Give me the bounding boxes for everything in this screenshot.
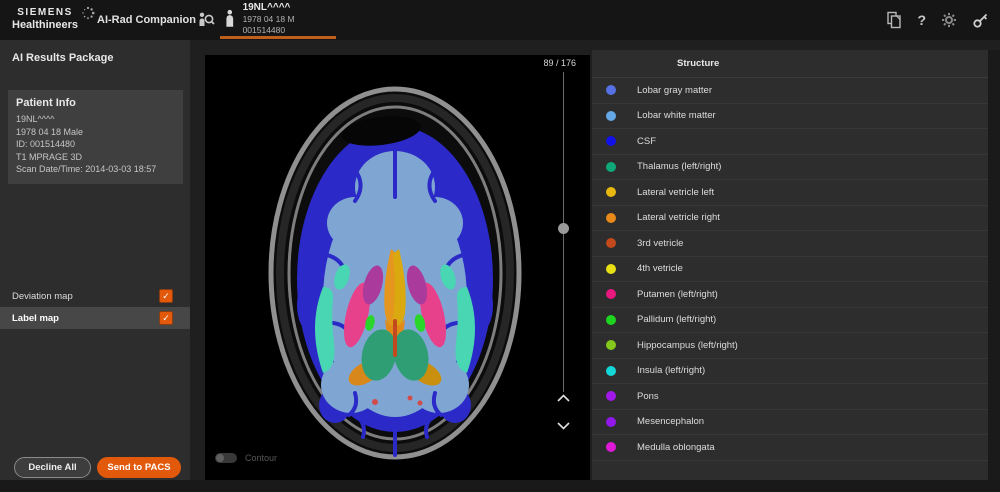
structure-panel-header: Structure [592, 50, 988, 78]
ai-results-sidebar: AI Results Package Patient Info 19NL^^^^… [0, 40, 190, 480]
patient-info-line: Scan Date/Time: 2014-03-03 18:57 [16, 163, 176, 176]
deviation-map-checkbox[interactable]: ✓ [159, 289, 173, 303]
structure-row[interactable]: Mesencephalon [592, 410, 988, 436]
slice-down-arrow[interactable] [557, 422, 570, 430]
structure-color-dot [606, 315, 616, 325]
label-map-label: Label map [12, 313, 59, 324]
patient-info-line: 19NL^^^^ [16, 113, 176, 126]
settings-gear-icon[interactable] [941, 12, 957, 28]
active-tab-underline [220, 36, 336, 39]
bottom-strip [0, 480, 1000, 492]
mri-viewer[interactable]: 89 / 176 Contour [205, 55, 590, 480]
contour-control: Contour [215, 453, 277, 463]
document-icon[interactable] [886, 11, 902, 29]
structure-color-dot [606, 264, 616, 274]
slice-up-arrow[interactable] [557, 394, 570, 402]
structure-color-dot [606, 136, 616, 146]
patient-info-line: ID: 001514480 [16, 138, 176, 151]
structure-row[interactable]: 3rd vetricle [592, 231, 988, 257]
structure-color-dot [606, 289, 616, 299]
structure-color-dot [606, 442, 616, 452]
structure-row[interactable]: CSF [592, 129, 988, 155]
structure-panel-gutter[interactable] [988, 50, 1000, 480]
structure-label: Lateral vetricle right [637, 212, 720, 223]
structure-label: Lobar white matter [637, 110, 716, 121]
patient-tab-details: 1978 04 18 M 001514480 [243, 14, 336, 36]
patient-info-line: T1 MPRAGE 3D [16, 151, 176, 164]
top-right-toolbar: ? [886, 0, 990, 40]
patient-info-line: 1978 04 18 Male [16, 126, 176, 139]
patient-tab-name: 19NL^^^^ [243, 1, 336, 14]
structure-label: 3rd vetricle [637, 238, 683, 249]
label-map-checkbox[interactable]: ✓ [159, 311, 173, 325]
deviation-map-row[interactable]: Deviation map ✓ [0, 286, 190, 306]
structure-label: Mesencephalon [637, 416, 704, 427]
structure-label: Lobar gray matter [637, 85, 712, 96]
brain-mri-image[interactable] [205, 55, 590, 480]
structure-label: Thalamus (left/right) [637, 161, 721, 172]
key-icon[interactable] [972, 11, 990, 29]
structure-label: Insula (left/right) [637, 365, 705, 376]
ai-rad-companion-window: SIEMENS Healthineers AI-Rad Companion [0, 0, 1000, 492]
contour-toggle-knob [216, 454, 224, 462]
patient-tab[interactable]: 19NL^^^^ 1978 04 18 M 001514480 [220, 0, 336, 37]
structure-color-dot [606, 111, 616, 121]
structure-row[interactable]: 4th vetricle [592, 257, 988, 283]
brand-line1: SIEMENS [12, 6, 78, 19]
sidebar-title: AI Results Package [12, 52, 114, 64]
deviation-map-label: Deviation map [12, 291, 73, 302]
structure-panel: Structure Lobar gray matter Lobar white … [592, 50, 988, 480]
structure-row[interactable]: Putamen (left/right) [592, 282, 988, 308]
top-bar: SIEMENS Healthineers AI-Rad Companion [0, 0, 1000, 40]
structure-label: CSF [637, 136, 656, 147]
label-map-row[interactable]: Label map ✓ [0, 307, 190, 329]
help-icon[interactable]: ? [917, 12, 926, 28]
structure-row[interactable]: Lateral vetricle right [592, 206, 988, 232]
patient-info-card: Patient Info 19NL^^^^1978 04 18 MaleID: … [8, 90, 183, 184]
patient-info-lines: 19NL^^^^1978 04 18 MaleID: 001514480T1 M… [16, 113, 176, 176]
contour-toggle[interactable] [215, 453, 237, 463]
patient-search-icon[interactable] [196, 10, 216, 30]
sidebar-footer: Decline All Send to PACS [0, 457, 190, 480]
structure-color-dot [606, 366, 616, 376]
slice-indicator: 89 / 176 [543, 58, 576, 68]
structure-color-dot [606, 162, 616, 172]
structure-row[interactable]: Thalamus (left/right) [592, 155, 988, 181]
structure-row[interactable]: Pallidum (left/right) [592, 308, 988, 334]
structure-label: Medulla oblongata [637, 442, 715, 453]
send-to-pacs-button[interactable]: Send to PACS [97, 457, 181, 478]
structure-label: 4th vetricle [637, 263, 683, 274]
healthineers-starburst-icon [81, 6, 95, 20]
siemens-healthineers-logo: SIEMENS Healthineers [12, 6, 95, 32]
structure-label: Hippocampus (left/right) [637, 340, 738, 351]
contour-label: Contour [245, 453, 277, 463]
structure-label: Pons [637, 391, 659, 402]
patient-icon [224, 9, 236, 28]
structure-color-dot [606, 340, 616, 350]
structure-color-dot [606, 417, 616, 427]
structure-row[interactable]: Medulla oblongata [592, 435, 988, 461]
structure-row[interactable]: Hippocampus (left/right) [592, 333, 988, 359]
structure-color-dot [606, 213, 616, 223]
structure-color-dot [606, 85, 616, 95]
patient-info-title: Patient Info [16, 97, 176, 109]
structure-row[interactable]: Lateral vetricle left [592, 180, 988, 206]
structure-color-dot [606, 391, 616, 401]
slice-slider-handle[interactable] [558, 223, 569, 234]
structure-color-dot [606, 187, 616, 197]
structure-row[interactable]: Lobar gray matter [592, 78, 988, 104]
structure-label: Lateral vetricle left [637, 187, 714, 198]
structure-row[interactable]: Pons [592, 384, 988, 410]
structure-row[interactable]: Lobar white matter [592, 104, 988, 130]
structure-list: Lobar gray matter Lobar white matter CSF… [592, 78, 988, 461]
structure-label: Pallidum (left/right) [637, 314, 716, 325]
structure-row[interactable]: Insula (left/right) [592, 359, 988, 385]
structure-label: Putamen (left/right) [637, 289, 718, 300]
structure-color-dot [606, 238, 616, 248]
decline-all-button[interactable]: Decline All [14, 457, 91, 478]
app-title: AI-Rad Companion [97, 14, 196, 26]
brand-line2: Healthineers [12, 19, 78, 32]
